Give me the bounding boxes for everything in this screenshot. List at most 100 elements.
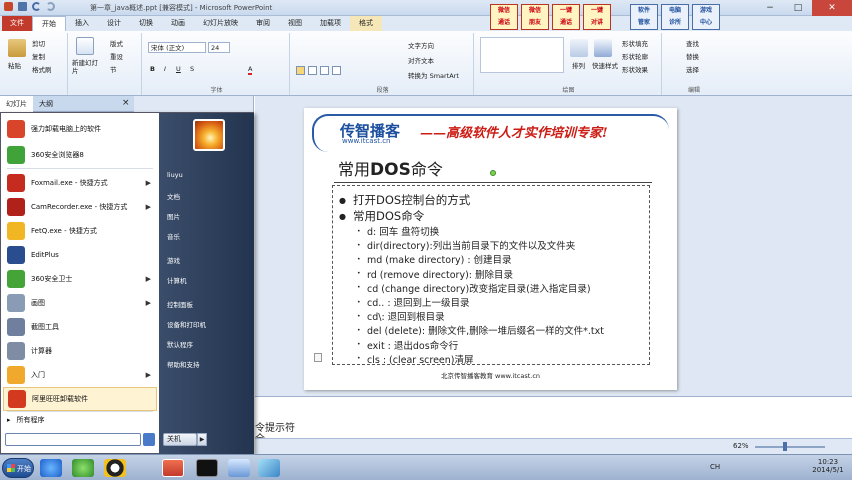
bold-icon[interactable]: B <box>150 65 155 73</box>
start-menu-link[interactable]: 文档 <box>167 191 180 201</box>
cmd-icon[interactable] <box>196 459 218 477</box>
start-menu-item[interactable]: 阿里旺旺卸载软件 <box>3 387 157 411</box>
notes-pane[interactable]: 令提示符 全 <box>255 396 852 445</box>
shape-outline-button[interactable]: 形状轮廓 <box>622 51 648 61</box>
start-menu-item[interactable]: 画图 ▶ <box>3 291 157 315</box>
window-icon[interactable] <box>228 459 250 477</box>
start-menu-item[interactable]: 截图工具 <box>3 315 157 339</box>
start-menu-item[interactable]: FetQ.exe - 快捷方式 <box>3 219 157 243</box>
zoom-slider[interactable] <box>755 446 825 448</box>
tab-4[interactable]: 切换 <box>130 16 162 31</box>
align-right-icon[interactable] <box>320 66 329 75</box>
start-menu-item[interactable]: EditPlus <box>3 243 157 267</box>
reset-button[interactable]: 重设 <box>110 51 123 61</box>
start-menu-link[interactable]: 游戏 <box>167 255 180 265</box>
app-icon[interactable] <box>258 459 280 477</box>
start-menu-item[interactable]: 计算器 <box>3 339 157 363</box>
tab-3[interactable]: 设计 <box>98 16 130 31</box>
tab-0[interactable]: 文件 <box>2 16 32 31</box>
tab-2[interactable]: 插入 <box>66 16 98 31</box>
new-slide-button[interactable]: 新建幻灯片 <box>72 59 102 75</box>
underline-icon[interactable]: U <box>176 65 181 73</box>
shutdown-options-button[interactable]: ▶ <box>197 433 207 446</box>
align-left-icon[interactable] <box>296 66 305 75</box>
cut-button[interactable]: 剪切 <box>32 38 45 48</box>
shutdown-button[interactable]: 关机 <box>163 433 197 446</box>
copy-button[interactable]: 复制 <box>32 51 45 61</box>
quick-styles-icon[interactable] <box>594 39 612 57</box>
shape-effects-button[interactable]: 形状效果 <box>622 64 648 74</box>
shape-fill-button[interactable]: 形状填充 <box>622 38 648 48</box>
tab-slides[interactable]: 幻灯片 <box>0 95 33 112</box>
tab-10[interactable]: 格式 <box>350 16 382 31</box>
browser-icon[interactable] <box>72 459 94 477</box>
font-size-select[interactable]: 24 <box>208 42 230 53</box>
autofit-icon[interactable] <box>314 353 322 362</box>
new-slide-icon[interactable] <box>76 37 94 55</box>
tab-6[interactable]: 幻灯片放映 <box>194 16 247 31</box>
arrange-button[interactable]: 排列 <box>572 60 585 70</box>
tab-7[interactable]: 审阅 <box>247 16 279 31</box>
clock[interactable]: 10:23 2014/5/1 <box>806 458 850 474</box>
start-menu-item[interactable]: 入门 ▶ <box>3 363 157 387</box>
start-menu-item[interactable]: 360安全浏览器8 <box>3 143 157 167</box>
font-name-select[interactable]: 宋体 (正文) <box>148 42 206 53</box>
addon-button-2[interactable]: 一键 通话 <box>552 4 580 30</box>
addon-button-3[interactable]: 一键 对讲 <box>583 4 611 30</box>
find-button[interactable]: 查找 <box>686 38 699 48</box>
text-direction-button[interactable]: 文字方向 <box>408 40 434 50</box>
start-menu-link[interactable]: 控制面板 <box>167 299 193 309</box>
save-icon[interactable] <box>18 2 27 11</box>
start-menu-link[interactable]: 设备和打印机 <box>167 319 206 329</box>
start-menu-link[interactable]: 帮助和支持 <box>167 359 200 369</box>
start-menu-link[interactable]: 图片 <box>167 211 180 221</box>
replace-button[interactable]: 替换 <box>686 51 699 61</box>
paste-button[interactable]: 粘贴 <box>8 60 21 70</box>
font-color-icon[interactable]: A <box>248 65 253 75</box>
ie-icon[interactable] <box>40 459 62 477</box>
addon-button-1[interactable]: 微信 朋友 <box>521 4 549 30</box>
layout-button[interactable]: 版式 <box>110 38 123 48</box>
align-text-button[interactable]: 对齐文本 <box>408 55 434 65</box>
quick-styles-button[interactable]: 快速样式 <box>592 60 618 70</box>
addon-tool-1[interactable]: 电脑 诊所 <box>661 4 689 30</box>
format-painter-button[interactable]: 格式刷 <box>32 64 52 74</box>
qq-icon[interactable] <box>104 459 126 477</box>
shadow-icon[interactable]: S <box>190 65 194 73</box>
start-menu-item[interactable]: CamRecorder.exe - 快捷方式 ▶ <box>3 195 157 219</box>
start-button[interactable]: 开始 <box>2 458 34 478</box>
start-menu-item[interactable]: Foxmail.exe - 快捷方式 ▶ <box>3 171 157 195</box>
powerpoint-taskbar-icon[interactable] <box>162 459 184 477</box>
left-pane-close-icon[interactable]: × <box>122 98 130 108</box>
start-menu-link[interactable]: 音乐 <box>167 231 180 241</box>
addon-button-0[interactable]: 微信 通话 <box>490 4 518 30</box>
shapes-gallery[interactable] <box>480 37 564 73</box>
smartart-button[interactable]: 转换为 SmartArt <box>408 70 459 80</box>
zoom-level[interactable]: 62% <box>733 442 749 450</box>
rotate-handle[interactable] <box>490 170 496 176</box>
zoom-slider-thumb[interactable] <box>783 442 787 451</box>
undo-icon[interactable] <box>32 2 41 11</box>
align-center-icon[interactable] <box>308 66 317 75</box>
start-menu-link[interactable]: 计算机 <box>167 275 187 285</box>
start-menu-item[interactable]: 360安全卫士 ▶ <box>3 267 157 291</box>
select-button[interactable]: 选择 <box>686 64 699 74</box>
tab-8[interactable]: 视图 <box>279 16 311 31</box>
italic-icon[interactable]: I <box>164 65 166 73</box>
input-language[interactable]: CH <box>710 463 720 471</box>
tab-1[interactable]: 开始 <box>32 15 66 32</box>
powerpoint-icon[interactable] <box>4 2 13 11</box>
start-search-input[interactable] <box>5 433 141 446</box>
tab-5[interactable]: 动画 <box>162 16 194 31</box>
start-menu-item[interactable]: 强力卸载电脑上的软件 <box>3 117 157 141</box>
section-button[interactable]: 节 <box>110 64 117 74</box>
user-picture[interactable] <box>193 119 225 151</box>
redo-icon[interactable] <box>46 2 55 11</box>
content-placeholder[interactable]: ● 打开DOS控制台的方式 ● 常用DOS命令 • d: 回车 盘符切换 • dir(dire… <box>332 185 650 366</box>
start-menu-link[interactable]: 默认程序 <box>167 339 193 349</box>
start-menu-link[interactable]: liuyu <box>167 171 183 179</box>
addon-tool-2[interactable]: 游戏 中心 <box>692 4 720 30</box>
tab-9[interactable]: 加载项 <box>311 16 350 31</box>
justify-icon[interactable] <box>332 66 341 75</box>
tab-outline[interactable]: 大纲 <box>33 96 59 112</box>
